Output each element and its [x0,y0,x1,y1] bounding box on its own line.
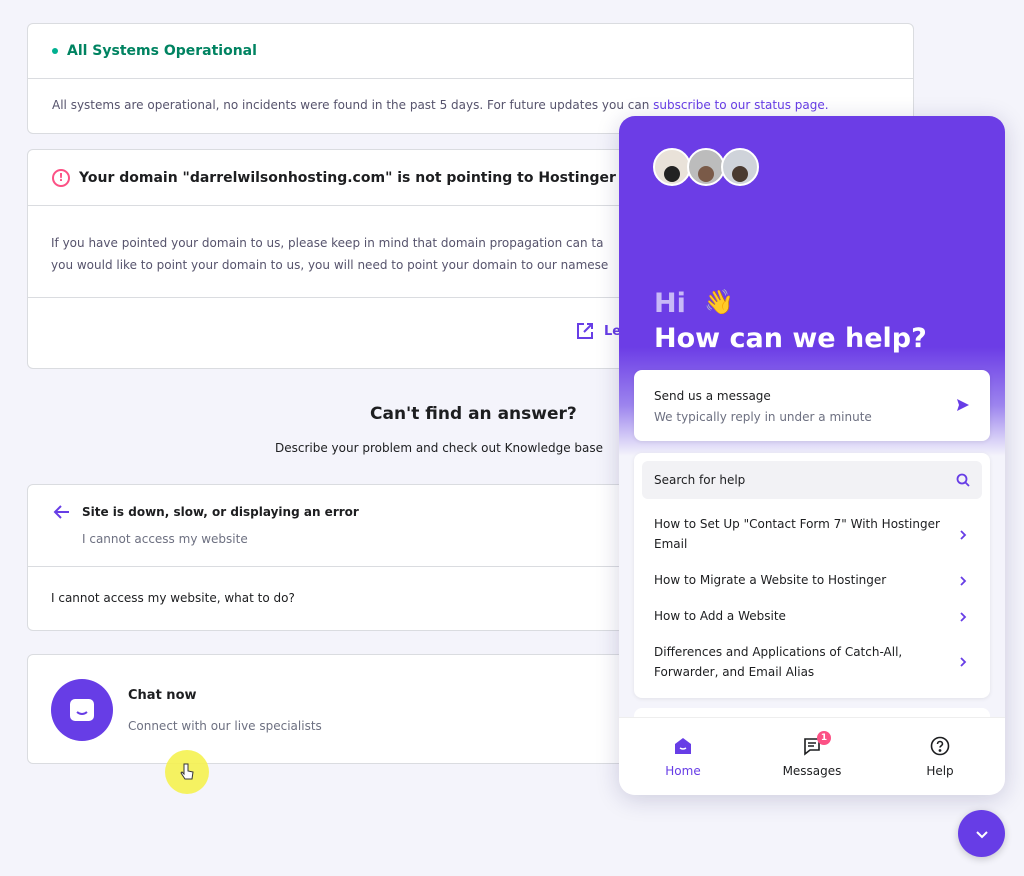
external-link-icon [577,323,593,339]
search-help-label: Search for help [654,473,746,487]
search-icon [956,473,970,487]
chevron-right-icon [960,576,967,586]
help-article[interactable]: Differences and Applications of Catch-Al… [654,642,914,682]
chat-icon [51,679,113,741]
nav-home-label: Home [665,764,701,778]
search-help-input[interactable]: Search for help [642,461,982,499]
status-page-link[interactable]: subscribe to our status page. [653,98,828,112]
status-text: All systems are operational, no incident… [52,98,654,112]
status-message: All systems are operational, no incident… [28,79,913,112]
avatar [687,148,725,186]
wave-icon: 👋 [704,288,734,316]
site-issue-title: Site is down, slow, or displaying an err… [82,505,359,519]
status-header: All Systems Operational [28,24,913,79]
nav-messages[interactable]: 1 Messages [772,731,852,778]
send-icon [957,399,969,411]
agent-avatars [653,148,759,186]
status-dot-icon [52,48,58,54]
status-title: All Systems Operational [67,43,257,59]
widget-headline: How can we help? [654,323,927,354]
chevron-right-icon [960,530,967,540]
search-help-card: Search for help How to Set Up "Contact F… [634,453,990,698]
help-widget: Hi 👋 How can we help? Send us a message … [619,116,1005,795]
site-issue-subtitle: I cannot access my website [82,532,248,546]
avatar [721,148,759,186]
send-message-card[interactable]: Send us a message We typically reply in … [634,370,990,441]
help-article[interactable]: How to Set Up "Contact Form 7" With Host… [654,514,954,554]
send-message-subtitle: We typically reply in under a minute [654,410,872,424]
help-article[interactable]: How to Migrate a Website to Hostinger [654,570,954,590]
messages-badge: 1 [817,731,831,745]
domain-alert-title: Your domain "darrelwilsonhosting.com" is… [79,169,616,186]
help-article[interactable]: How to Add a Website [654,606,954,626]
cant-find-subtitle: Describe your problem and check out Know… [275,441,604,455]
nav-help-label: Help [926,764,954,778]
chevron-right-icon [960,612,967,622]
cant-find-title: Can't find an answer? [370,404,577,424]
widget-greeting: Hi [654,288,686,319]
cursor-highlight [165,750,209,794]
nav-messages-label: Messages [782,764,842,778]
help-icon [930,736,950,756]
nav-home[interactable]: Home [643,736,723,778]
warning-icon: ! [52,168,70,187]
hand-cursor-icon [180,763,194,780]
learn-more-link[interactable]: Le [576,322,621,340]
send-message-title: Send us a message [654,389,771,403]
chat-now-subtitle: Connect with our live specialists [128,719,322,733]
home-icon [675,738,691,754]
chevron-down-icon [975,830,988,838]
chevron-right-icon [960,657,967,667]
nav-help[interactable]: Help [900,736,980,778]
widget-bottom-nav: Home 1 Messages Help [619,717,1005,795]
avatar [653,148,691,186]
chat-now-title: Chat now [128,688,197,703]
widget-toggle-button[interactable] [958,810,1005,857]
arrow-left-icon[interactable] [53,503,71,521]
